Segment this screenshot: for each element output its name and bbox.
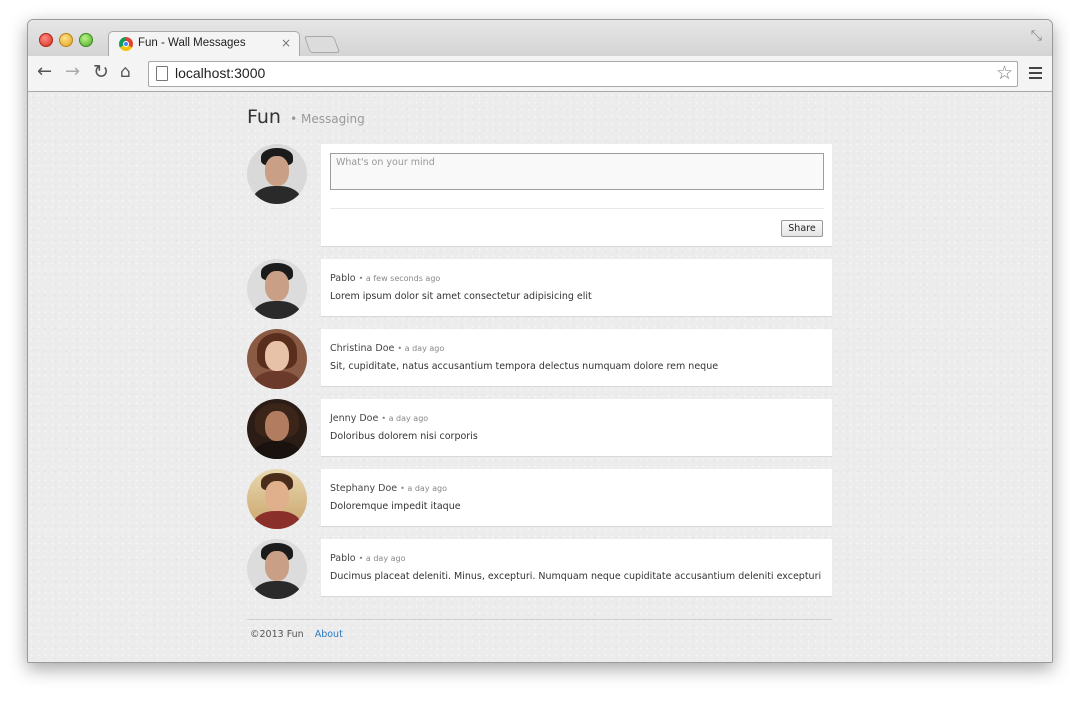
avatar [247, 539, 307, 599]
minimize-window-button[interactable] [59, 33, 73, 47]
page-content: Fun • Messaging Share Pablo • a few seco… [28, 92, 1052, 662]
list-item: Pablo • a few seconds ago Lorem ipsum do… [321, 259, 832, 317]
post-meta: Pablo • a day ago [330, 553, 405, 564]
composer-card: Share [321, 144, 832, 247]
tab-strip: Fun - Wall Messages × ⤡ [28, 20, 1052, 57]
forward-arrow-icon[interactable]: → [65, 62, 80, 82]
post-author[interactable]: Stephany Doe [330, 483, 397, 494]
avatar [247, 329, 307, 389]
list-item: Stephany Doe • a day ago Doloremque impe… [321, 469, 832, 527]
avatar [247, 259, 307, 319]
post-author[interactable]: Christina Doe [330, 343, 394, 354]
brand-name[interactable]: Fun [247, 106, 281, 128]
post-meta: Pablo • a few seconds ago [330, 273, 440, 284]
restore-icon[interactable]: ⤡ [1031, 28, 1042, 44]
page-icon [156, 66, 168, 81]
message-input[interactable] [330, 153, 824, 190]
bookmark-star-icon[interactable]: ☆ [996, 62, 1013, 84]
tab-title: Fun - Wall Messages [138, 37, 246, 49]
footer-divider [247, 619, 832, 620]
divider [330, 208, 824, 209]
post-meta: Stephany Doe • a day ago [330, 483, 447, 494]
post-time: • a day ago [397, 344, 445, 353]
avatar [247, 469, 307, 529]
url-text[interactable]: localhost:3000 [175, 65, 265, 81]
post-time: • a day ago [400, 484, 447, 493]
home-icon[interactable]: ⌂ [120, 62, 131, 82]
avatar [247, 144, 307, 204]
share-button[interactable]: Share [781, 220, 823, 237]
close-window-button[interactable] [39, 33, 53, 47]
avatar [247, 399, 307, 459]
address-bar[interactable]: localhost:3000 ☆ [148, 61, 1018, 87]
copyright-text: ©2013 Fun [250, 629, 304, 640]
list-item: Jenny Doe • a day ago Doloribus dolorem … [321, 399, 832, 457]
tab-wall-messages[interactable]: Fun - Wall Messages × [108, 31, 300, 57]
zoom-window-button[interactable] [79, 33, 93, 47]
new-tab-button[interactable] [303, 36, 341, 53]
reload-icon[interactable]: ↻ [93, 62, 109, 82]
footer: ©2013 Fun About [250, 629, 343, 640]
post-author[interactable]: Pablo [330, 553, 356, 564]
post-time: • a day ago [381, 414, 429, 423]
post-time: • a day ago [358, 554, 406, 563]
post-meta: Jenny Doe • a day ago [330, 413, 428, 424]
chrome-favicon-icon [119, 37, 133, 51]
post-text: Lorem ipsum dolor sit amet consectetur a… [330, 291, 592, 302]
post-author[interactable]: Pablo [330, 273, 356, 284]
browser-toolbar: ← → ↻ ⌂ localhost:3000 ☆ [28, 56, 1052, 92]
post-text: Doloribus dolorem nisi corporis [330, 431, 478, 442]
list-item: Pablo • a day ago Ducimus placeat deleni… [321, 539, 832, 597]
about-link[interactable]: About [315, 629, 343, 640]
post-author[interactable]: Jenny Doe [330, 413, 378, 424]
post-text: Ducimus placeat deleniti. Minus, exceptu… [330, 571, 822, 582]
post-time: • a few seconds ago [358, 274, 441, 283]
hamburger-menu-icon[interactable] [1029, 67, 1042, 79]
post-meta: Christina Doe • a day ago [330, 343, 444, 354]
list-item: Christina Doe • a day ago Sit, cupiditat… [321, 329, 832, 387]
tab-close-icon[interactable]: × [281, 36, 291, 50]
post-text: Sit, cupiditate, natus accusantium tempo… [330, 361, 719, 372]
post-text: Doloremque impedit itaque [330, 501, 461, 512]
back-arrow-icon[interactable]: ← [37, 62, 52, 82]
browser-window: Fun - Wall Messages × ⤡ ← → ↻ ⌂ localhos… [27, 19, 1053, 663]
page-header: Fun • Messaging [247, 106, 365, 128]
brand-subtitle: • Messaging [290, 112, 365, 126]
